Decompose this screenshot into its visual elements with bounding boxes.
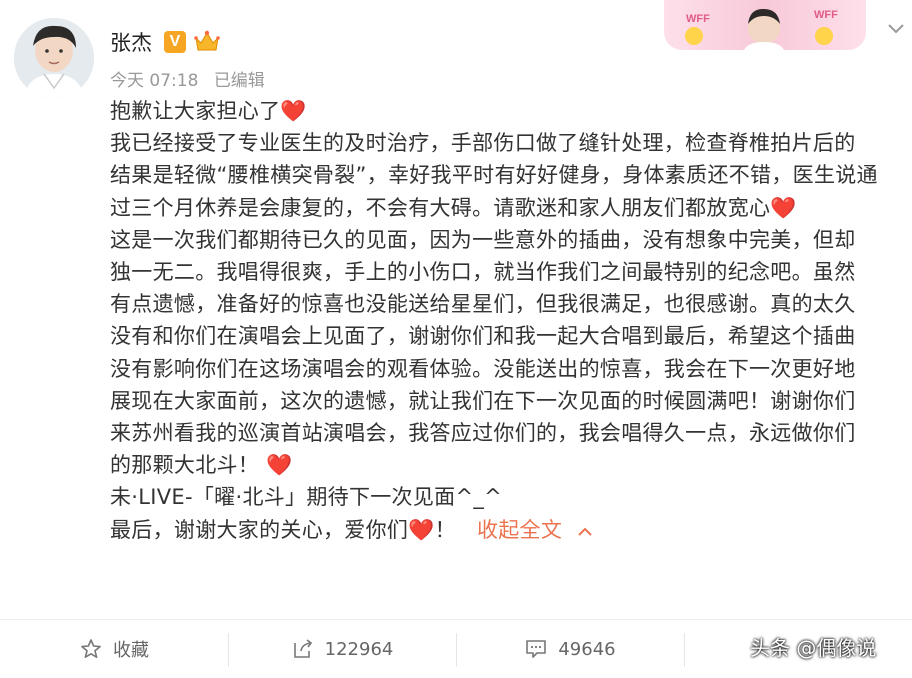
banner-text-left: WFF [686, 13, 710, 25]
post-body: 抱歉让大家担心了❤️ 我已经接受了专业医生的及时治疗，手部伤口做了缝针处理，检查… [110, 95, 900, 546]
member-crown-icon [193, 28, 221, 54]
card-decoration-banner[interactable]: WFF WFF [664, 0, 866, 50]
favorite-label: 收藏 [113, 640, 149, 661]
collapse-text-link[interactable]: 收起全文 [477, 518, 562, 542]
post-line: 过三个月休养是会康复的，不会有大碍。请歌迷和家人朋友们都放宽心❤️ [110, 195, 797, 220]
heart-emoji-icon: ❤️ [770, 195, 797, 220]
author-name[interactable]: 张杰 [110, 27, 152, 57]
post-line: 我已经接受了专业医生的及时治疗，手部伤口做了缝针处理，检查脊椎拍片后的 [110, 131, 856, 156]
heart-emoji-icon: ❤️ [408, 517, 435, 542]
post-line: 没有和你们在演唱会上见面了，谢谢你们和我一起大合唱到最后，希望这个插曲 [110, 324, 856, 349]
post-time: 今天 07:18 [110, 71, 199, 91]
heart-emoji-icon: ❤️ [280, 99, 307, 123]
verified-badge-icon: V [164, 31, 186, 53]
post-line: 这是一次我们都期待已久的见面，因为一些意外的插曲，没有想象中完美，但却 [110, 227, 856, 252]
post-line: 抱歉让大家担心了❤️ [110, 99, 307, 123]
chevron-up-icon[interactable] [577, 514, 593, 536]
post-line: 展现在大家面前，这次的遗憾，就让我们在下一次见面的时候圆满吧！谢谢你们 [110, 388, 856, 413]
post-line: 的那颗大北斗！ ❤️ [110, 453, 293, 478]
comment-count: 49646 [558, 638, 616, 660]
chevron-down-icon[interactable] [884, 16, 908, 40]
favorite-button[interactable]: 收藏 [0, 620, 228, 678]
edited-label: 已编辑 [213, 71, 265, 91]
post-line: 最后，谢谢大家的关心，爱你们❤️！ 收起全文 [110, 514, 900, 546]
post-line: 未·LIVE-「曜·北斗」期待下一次见面^_^ [110, 485, 503, 510]
heart-emoji-icon: ❤️ [266, 453, 293, 478]
post-line: 来苏州看我的巡演首站演唱会，我答应过你们的，我会唱得久一点，永远做你们 [110, 421, 856, 446]
watermark: 头条 @偶像说 [750, 636, 877, 660]
comment-icon [526, 640, 547, 658]
star-icon [81, 639, 101, 658]
comment-button[interactable]: 49646 [456, 620, 684, 678]
avatar[interactable] [14, 18, 94, 98]
post-meta: 今天 07:18 已编辑 [110, 66, 275, 91]
post-line: 有点遗憾，准备好的惊喜也没能送给星星们，但我很满足，也很感谢。真的太久 [110, 292, 856, 317]
post-line: 独一无二。我唱得很爽，手上的小伤口，就当作我们之间最特别的纪念吧。虽然 [110, 260, 856, 285]
post-line: 结果是轻微“腰椎横突骨裂”，幸好我平时有好好健身，身体素质还不错，医生说通 [110, 163, 878, 188]
banner-text-right: WFF [814, 9, 838, 21]
share-icon [293, 639, 312, 658]
repost-button[interactable]: 122964 [228, 620, 456, 678]
repost-count: 122964 [324, 638, 394, 660]
post-line: 没有影响你们在这场演唱会的观看体验。没能送出的惊喜，我会在下一次更好地 [110, 356, 856, 381]
